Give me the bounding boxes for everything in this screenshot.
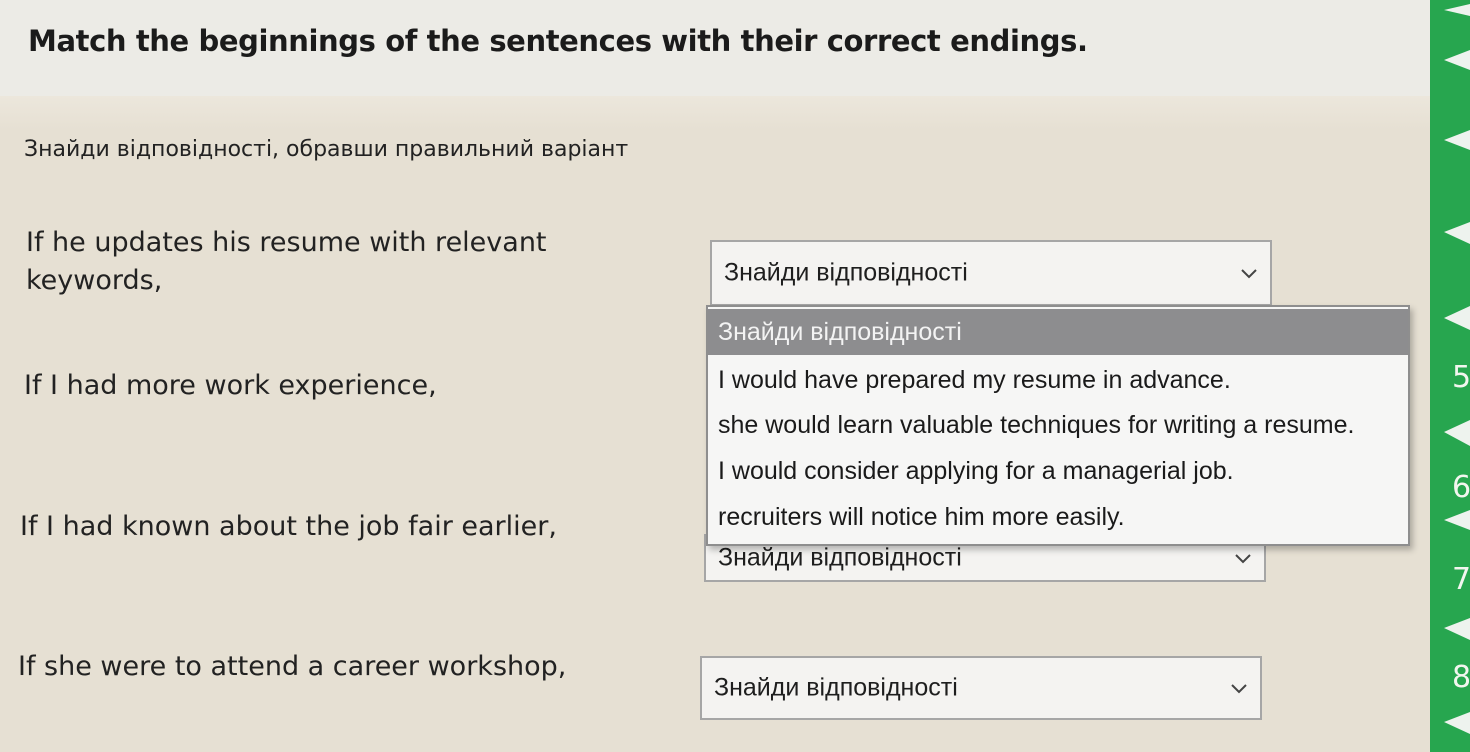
match-select-4-value: Знайди відповідності — [714, 673, 958, 702]
match-select-1[interactable]: Знайди відповідності — [710, 240, 1272, 306]
match-select-1-value: Знайди відповідності — [724, 258, 968, 287]
dropdown-list: Знайди відповідності I would have prepar… — [706, 305, 1410, 546]
sentence-beginning-1-line-2: keywords, — [26, 265, 163, 296]
sentence-beginning-4: If she were to attend a career workshop, — [18, 651, 567, 682]
nav-number-8[interactable]: 8 — [1452, 660, 1470, 695]
sentence-beginning-1-line-1: If he updates his resume with relevant — [26, 227, 547, 258]
match-select-4[interactable]: Знайди відповідності — [700, 656, 1262, 720]
question-title: Match the beginnings of the sentences wi… — [28, 24, 1088, 58]
sentence-beginning-2: If I had more work experience, — [24, 370, 437, 401]
nav-number-6[interactable]: 6 — [1452, 470, 1470, 505]
chevron-down-icon — [1231, 684, 1247, 694]
sentence-beginning-1: If he updates his resume with relevant k… — [26, 224, 547, 300]
nav-number-7[interactable]: 7 — [1452, 562, 1470, 597]
sentence-beginning-3: If I had known about the job fair earlie… — [20, 511, 557, 542]
instruction-band — [0, 96, 1430, 130]
chevron-down-icon — [1235, 554, 1251, 564]
dropdown-option-2[interactable]: she would learn valuable techniques for … — [708, 402, 1408, 448]
match-select-3-value: Знайди відповідності — [718, 543, 962, 572]
dropdown-option-4[interactable]: recruiters will notice him more easily. — [708, 494, 1408, 540]
chevron-down-icon — [1241, 269, 1257, 279]
dropdown-option-3[interactable]: I would consider applying for a manageri… — [708, 448, 1408, 494]
instruction-text: Знайди відповідності, обравши правильний… — [24, 137, 629, 162]
dropdown-option-placeholder[interactable]: Знайди відповідності — [708, 309, 1408, 355]
dropdown-option-1[interactable]: I would have prepared my resume in advan… — [708, 357, 1408, 403]
nav-number-5[interactable]: 5 — [1452, 360, 1470, 395]
